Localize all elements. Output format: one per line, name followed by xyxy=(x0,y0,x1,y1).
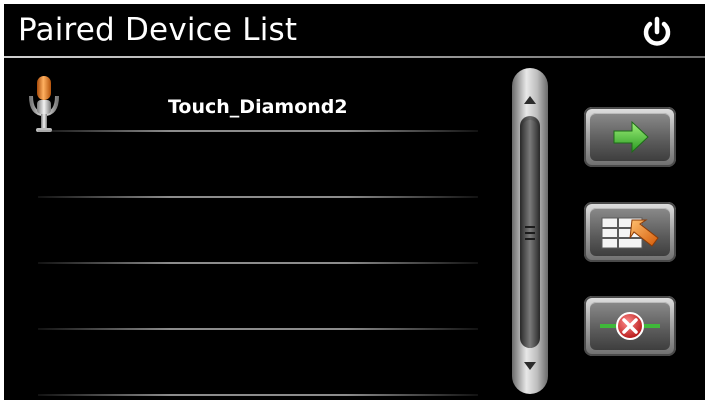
microphone-headset-icon xyxy=(29,76,59,132)
connect-button[interactable] xyxy=(584,107,676,167)
delete-button[interactable] xyxy=(584,296,676,356)
power-button[interactable] xyxy=(640,15,674,49)
red-x-disconnect-icon xyxy=(600,312,660,340)
green-arrow-right-icon xyxy=(613,120,649,154)
list-item[interactable] xyxy=(18,132,488,198)
device-name: Touch_Diamond2 xyxy=(168,96,348,118)
list-item[interactable]: Touch_Diamond2 xyxy=(18,66,488,132)
title-bar: Paired Device List xyxy=(4,4,705,60)
scroll-thumb[interactable] xyxy=(522,120,538,348)
scroll-up-arrow-icon[interactable] xyxy=(524,96,536,104)
title-divider xyxy=(4,56,705,58)
list-item[interactable] xyxy=(18,330,488,396)
table-transfer-arrow-icon xyxy=(601,217,659,249)
grip-line xyxy=(525,232,535,234)
transfer-button[interactable] xyxy=(584,202,676,262)
grip-line xyxy=(525,226,535,228)
screen: Paired Device List Touch_Diamond2 xyxy=(4,4,705,400)
page-title: Paired Device List xyxy=(18,12,298,48)
scroll-down-arrow-icon[interactable] xyxy=(524,362,536,370)
row-divider xyxy=(38,394,478,396)
list-item[interactable] xyxy=(18,264,488,330)
power-icon xyxy=(643,16,671,46)
vertical-scrollbar[interactable] xyxy=(512,68,548,394)
list-item[interactable] xyxy=(18,198,488,264)
device-list: Touch_Diamond2 xyxy=(18,66,488,396)
grip-line xyxy=(525,238,535,240)
